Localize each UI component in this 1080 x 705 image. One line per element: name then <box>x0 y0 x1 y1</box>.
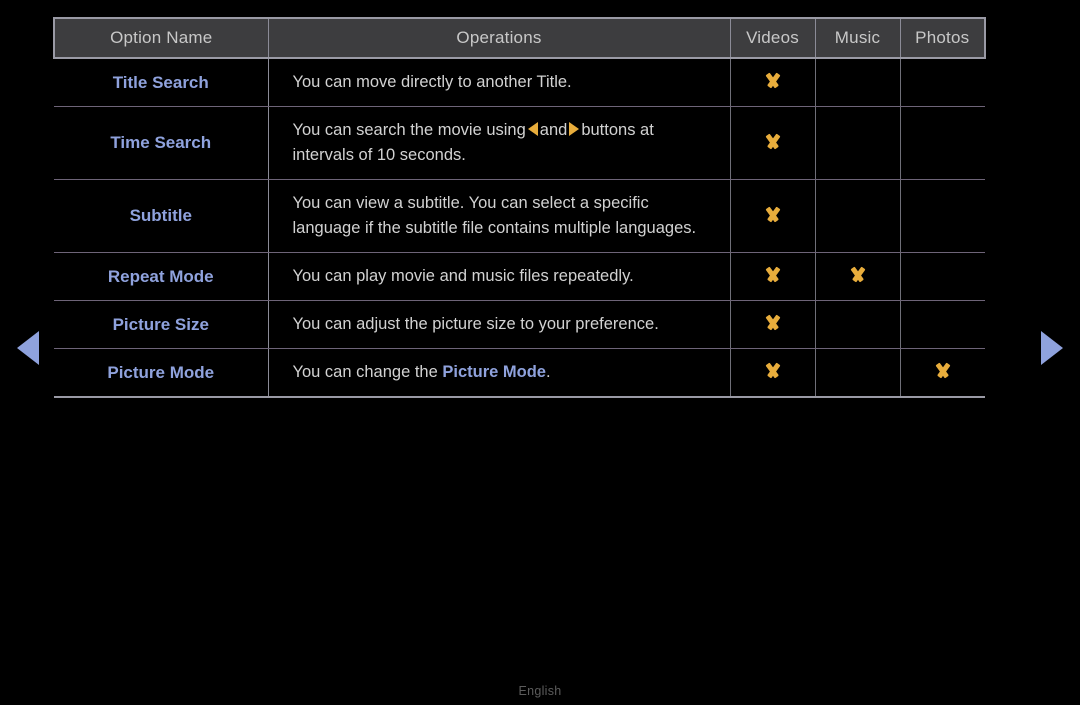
no-mark <box>845 315 871 329</box>
music-support-cell <box>815 252 901 301</box>
music-support-cell <box>815 106 901 180</box>
option-name-cell: Time Search <box>54 106 269 180</box>
operation-text-highlight: Picture Mode <box>442 363 546 381</box>
table-body: Title Search You can move directly to an… <box>54 58 985 398</box>
next-page-arrow-icon[interactable] <box>1041 331 1063 365</box>
language-indicator: English <box>518 684 562 698</box>
music-support-cell <box>815 348 901 398</box>
music-support-cell <box>815 58 901 107</box>
videos-support-cell <box>730 300 816 349</box>
operation-text-pre: You can search the movie using <box>292 121 526 139</box>
music-support-cell <box>815 300 901 349</box>
operation-text-post: . <box>545 363 551 381</box>
help-table-container: Option Name Operations Videos Music Phot… <box>53 17 986 398</box>
column-header-music: Music <box>815 17 901 59</box>
option-name-cell: Picture Mode <box>54 348 269 398</box>
table-row[interactable]: Picture Size You can adjust the picture … <box>54 300 985 349</box>
option-name-cell: Repeat Mode <box>54 252 269 301</box>
photos-support-cell <box>900 58 985 107</box>
operation-description-cell: You can play movie and music files repea… <box>268 252 731 301</box>
no-mark <box>845 207 871 221</box>
check-chevron-icon <box>760 73 786 87</box>
no-mark <box>930 207 956 221</box>
check-chevron-icon <box>760 207 786 221</box>
column-header-photos: Photos <box>900 17 986 59</box>
table-row[interactable]: Picture Mode You can change the Picture … <box>54 348 985 398</box>
operation-text: You can move directly to another Title. <box>292 73 572 91</box>
option-name-cell: Subtitle <box>54 179 269 253</box>
videos-support-cell <box>730 179 816 253</box>
operation-text: You can view a subtitle. You can select … <box>292 194 697 237</box>
videos-support-cell <box>730 348 816 398</box>
check-chevron-icon <box>760 267 786 281</box>
table-header-row: Option Name Operations Videos Music Phot… <box>53 17 986 59</box>
table-row[interactable]: Repeat Mode You can play movie and music… <box>54 252 985 301</box>
operation-description-cell: You can adjust the picture size to your … <box>268 300 731 349</box>
right-triangle-icon <box>569 122 580 136</box>
check-chevron-icon <box>760 315 786 329</box>
media-options-table: Option Name Operations Videos Music Phot… <box>53 17 986 398</box>
no-mark <box>845 134 871 148</box>
operation-description-cell: You can change the Picture Mode. <box>268 348 731 398</box>
photos-support-cell <box>900 252 985 301</box>
no-mark <box>930 73 956 87</box>
option-name-cell: Title Search <box>54 58 269 107</box>
photos-support-cell <box>900 106 985 180</box>
table-header: Option Name Operations Videos Music Phot… <box>53 17 986 59</box>
operation-description-cell: You can search the movie using and buttons… <box>268 106 731 180</box>
table-row[interactable]: Subtitle You can view a subtitle. You ca… <box>54 179 985 253</box>
operation-text-pre: You can change the <box>292 363 438 381</box>
operation-text-mid: and <box>539 121 568 139</box>
no-mark <box>845 73 871 87</box>
videos-support-cell <box>730 252 816 301</box>
check-chevron-icon <box>930 363 956 377</box>
check-chevron-icon <box>760 363 786 377</box>
column-header-operations: Operations <box>268 17 731 59</box>
operation-description-cell: You can move directly to another Title. <box>268 58 731 107</box>
photos-support-cell <box>900 348 985 398</box>
music-support-cell <box>815 179 901 253</box>
photos-support-cell <box>900 179 985 253</box>
operation-description-cell: You can view a subtitle. You can select … <box>268 179 731 253</box>
operation-text: You can play movie and music files repea… <box>292 267 634 285</box>
column-header-option-name: Option Name <box>53 17 269 59</box>
operation-text: You can adjust the picture size to your … <box>292 315 659 333</box>
left-triangle-icon <box>527 122 538 136</box>
photos-support-cell <box>900 300 985 349</box>
no-mark <box>845 363 871 377</box>
no-mark <box>930 315 956 329</box>
check-chevron-icon <box>845 267 871 281</box>
no-mark <box>930 134 956 148</box>
check-chevron-icon <box>760 134 786 148</box>
column-header-videos: Videos <box>730 17 816 59</box>
table-row[interactable]: Time Search You can search the movie usi… <box>54 106 985 180</box>
no-mark <box>930 267 956 281</box>
prev-page-arrow-icon[interactable] <box>17 331 39 365</box>
option-name-cell: Picture Size <box>54 300 269 349</box>
table-row[interactable]: Title Search You can move directly to an… <box>54 58 985 107</box>
videos-support-cell <box>730 58 816 107</box>
videos-support-cell <box>730 106 816 180</box>
